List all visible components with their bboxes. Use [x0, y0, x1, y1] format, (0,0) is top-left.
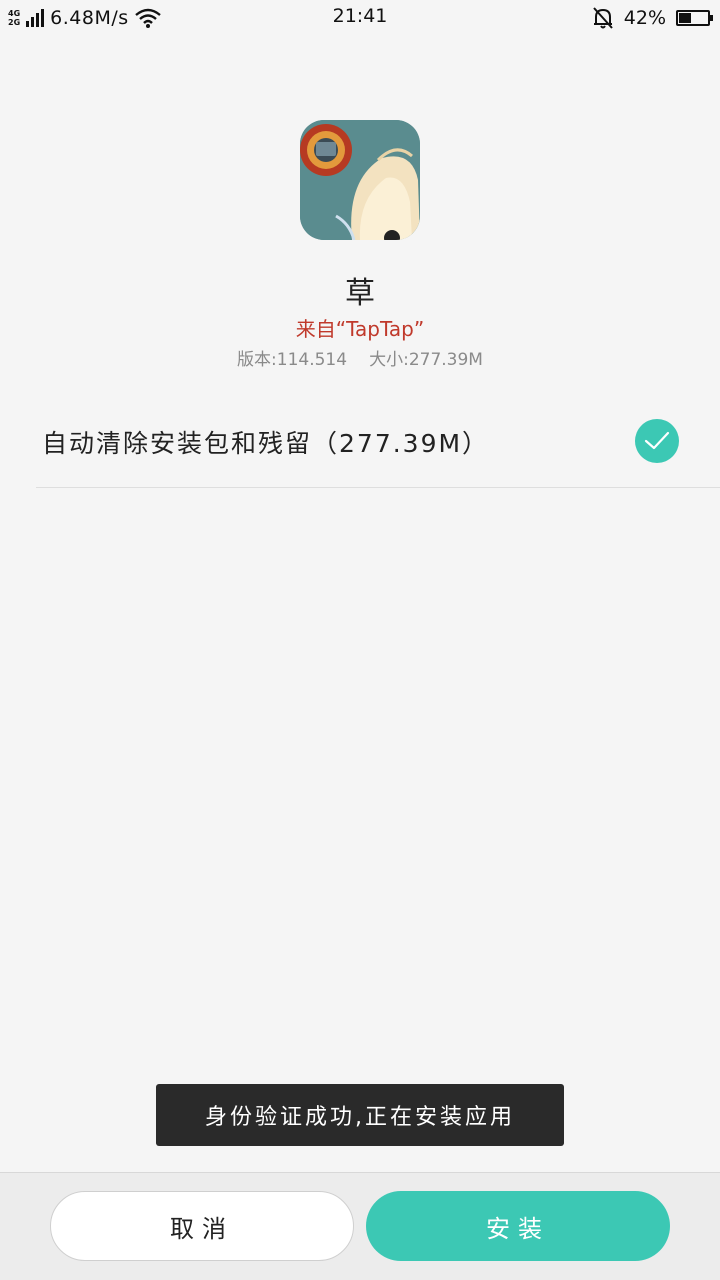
status-bar-right: 42% — [592, 5, 713, 31]
app-meta: 版本:114.514 大小:277.39M — [0, 345, 720, 370]
toast-message: 身份验证成功,正在安装应用 — [156, 1084, 564, 1146]
bottom-action-bar: 取消 安装 — [0, 1172, 720, 1280]
app-source: 来自“TapTap” — [295, 317, 425, 341]
battery-level-fill — [679, 13, 691, 23]
battery-percent: 42% — [623, 7, 666, 29]
app-icon — [300, 120, 420, 240]
auto-clean-checkbox[interactable] — [635, 419, 679, 463]
version-value: 114.514 — [276, 350, 348, 370]
size-value: 277.39M — [408, 350, 483, 370]
cancel-button[interactable]: 取消 — [50, 1191, 354, 1261]
app-name: 草 — [345, 276, 375, 311]
version-label: 版本: — [237, 350, 277, 370]
app-icon-artwork — [300, 120, 420, 240]
mute-bell-icon — [593, 7, 613, 29]
size-label: 大小: — [369, 350, 409, 370]
battery-icon — [676, 10, 713, 26]
app-installer-screen: 4G 2G 6.48M/s 21:41 42% 草 来自“TapTap” 版本:… — [0, 0, 720, 1280]
status-bar: 4G 2G 6.48M/s 21:41 42% — [0, 0, 720, 36]
checkmark-icon — [644, 431, 670, 450]
install-button[interactable]: 安装 — [366, 1191, 670, 1261]
auto-clean-label: 自动清除安装包和残留（277.39M） — [42, 429, 490, 458]
auto-clean-option[interactable]: 自动清除安装包和残留（277.39M） — [36, 400, 720, 488]
